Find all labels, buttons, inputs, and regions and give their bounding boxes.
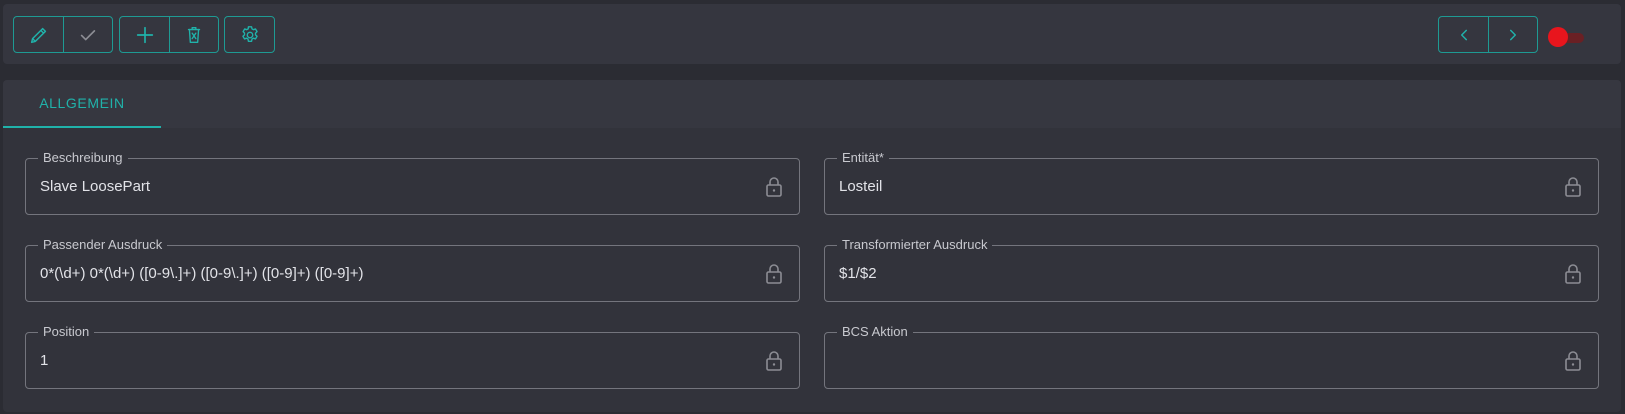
lock-icon xyxy=(1565,351,1581,371)
field-value: $1/$2 xyxy=(839,265,877,282)
lock-icon xyxy=(766,264,782,284)
record-button-group xyxy=(119,16,219,53)
field-value: Slave LoosePart xyxy=(40,178,151,195)
field-label: BCS Aktion xyxy=(837,324,913,340)
edit-button[interactable] xyxy=(14,17,63,52)
pencil-icon xyxy=(30,27,46,43)
navigation-button-group xyxy=(1438,16,1538,53)
entitaet-field[interactable]: Entität* Losteil xyxy=(824,150,1599,215)
field-label: Transformierter Ausdruck xyxy=(837,237,993,253)
transformierter-ausdruck-field[interactable]: Transformierter Ausdruck $1/$2 xyxy=(824,237,1599,302)
edit-button-group xyxy=(13,16,113,53)
plus-icon xyxy=(136,26,153,43)
passender-ausdruck-field[interactable]: Passender Ausdruck 0*(\d+) 0*(\d+) ([0-9… xyxy=(25,237,800,302)
field-value: Losteil xyxy=(839,178,883,195)
field-value: 0*(\d+) 0*(\d+) ([0-9\.]+) ([0-9\.]+) ([… xyxy=(40,265,364,282)
chevron-right-icon xyxy=(1509,29,1517,40)
settings-button[interactable] xyxy=(225,17,274,52)
check-icon xyxy=(80,29,96,40)
form-panel: ALLGEMEIN Beschreibung Slave LoosePart E… xyxy=(3,80,1621,412)
tab-allgemein[interactable]: ALLGEMEIN xyxy=(3,80,161,128)
trash-icon xyxy=(187,26,201,43)
settings-button-group xyxy=(224,16,275,53)
bcs-aktion-field[interactable]: BCS Aktion xyxy=(824,324,1599,389)
field-label: Entität* xyxy=(837,150,889,166)
field-label: Passender Ausdruck xyxy=(38,237,168,253)
gear-icon xyxy=(241,25,258,42)
beschreibung-field[interactable]: Beschreibung Slave LoosePart xyxy=(25,150,800,215)
toggle-switch[interactable] xyxy=(1548,27,1584,47)
lock-icon xyxy=(1565,264,1581,284)
chevron-left-icon xyxy=(1460,29,1467,40)
confirm-button[interactable] xyxy=(63,17,112,52)
position-field[interactable]: Position 1 xyxy=(25,324,800,389)
toolbar xyxy=(3,4,1621,64)
lock-icon xyxy=(766,177,782,197)
next-button[interactable] xyxy=(1488,17,1537,52)
field-value: 1 xyxy=(40,352,49,369)
field-label: Beschreibung xyxy=(38,150,128,166)
field-label: Position xyxy=(38,324,95,340)
previous-button[interactable] xyxy=(1439,17,1488,52)
lock-icon xyxy=(766,351,782,371)
tab-bar: ALLGEMEIN xyxy=(3,80,1621,128)
delete-button[interactable] xyxy=(169,17,218,52)
toggle-knob xyxy=(1548,27,1568,47)
add-button[interactable] xyxy=(120,17,169,52)
lock-icon xyxy=(1565,177,1581,197)
